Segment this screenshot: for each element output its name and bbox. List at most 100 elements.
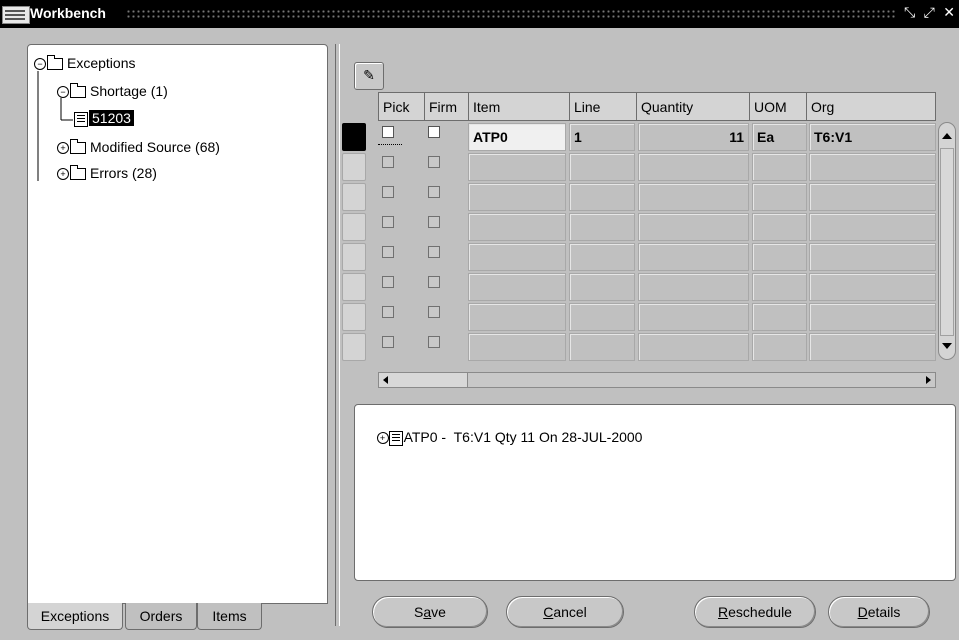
firm-checkbox[interactable] [428, 246, 440, 258]
column-header-uom[interactable]: UOM [749, 92, 807, 121]
uom-cell[interactable] [752, 213, 807, 241]
org-cell[interactable] [809, 153, 936, 181]
pick-checkbox[interactable] [382, 186, 394, 198]
item-cell[interactable] [468, 153, 566, 181]
grid-vertical-scrollbar[interactable] [938, 122, 956, 360]
uom-cell[interactable] [752, 183, 807, 211]
tree-node-51203[interactable]: 51203 [74, 110, 134, 127]
scroll-left-icon[interactable] [383, 376, 388, 384]
firm-checkbox[interactable] [428, 336, 440, 348]
detail-node[interactable]: + ATP0 - T6:V1 Qty 11 On 28-JUL-2000 [361, 413, 642, 462]
pick-checkbox[interactable] [382, 276, 394, 288]
item-cell[interactable]: ATP0 [468, 123, 566, 151]
item-cell[interactable] [468, 333, 566, 361]
line-cell[interactable] [569, 213, 635, 241]
firm-checkbox[interactable] [428, 186, 440, 198]
tab-exceptions[interactable]: Exceptions [27, 603, 123, 630]
item-cell[interactable] [468, 243, 566, 271]
column-header-line[interactable]: Line [569, 92, 637, 121]
uom-cell[interactable] [752, 243, 807, 271]
firm-checkbox[interactable] [428, 126, 440, 138]
tree-node-errors[interactable]: + Errors (28) [57, 165, 157, 181]
firm-checkbox[interactable] [428, 216, 440, 228]
row-indicator[interactable] [342, 243, 366, 271]
quantity-cell[interactable] [638, 183, 749, 211]
details-button[interactable]: Details [828, 596, 930, 628]
expand-icon[interactable]: + [57, 142, 69, 155]
line-cell[interactable] [569, 333, 635, 361]
line-cell[interactable] [569, 273, 635, 301]
firm-checkbox[interactable] [428, 306, 440, 318]
pick-checkbox[interactable] [382, 126, 394, 138]
grid-horizontal-scrollbar[interactable] [378, 372, 936, 388]
column-header-firm[interactable]: Firm [424, 92, 469, 121]
row-indicator-current[interactable] [342, 123, 366, 151]
column-header-pick[interactable]: Pick [378, 92, 425, 121]
item-cell[interactable] [468, 213, 566, 241]
quantity-cell[interactable] [638, 303, 749, 331]
item-cell[interactable] [468, 183, 566, 211]
column-header-item[interactable]: Item [468, 92, 570, 121]
scroll-up-icon[interactable] [942, 133, 952, 139]
firm-checkbox[interactable] [428, 276, 440, 288]
quantity-cell[interactable] [638, 243, 749, 271]
row-indicator[interactable] [342, 273, 366, 301]
row-indicator[interactable] [342, 213, 366, 241]
quantity-cell[interactable] [638, 153, 749, 181]
tab-orders[interactable]: Orders [125, 603, 197, 630]
uom-cell[interactable] [752, 303, 807, 331]
open-folder-button[interactable]: ✎ [354, 62, 384, 90]
quantity-cell[interactable] [638, 213, 749, 241]
quantity-cell[interactable]: 11 [638, 123, 749, 151]
expand-icon[interactable]: + [376, 432, 389, 445]
row-indicator[interactable] [342, 303, 366, 331]
collapse-icon[interactable]: − [34, 58, 46, 71]
line-cell[interactable] [569, 153, 635, 181]
pick-checkbox[interactable] [382, 336, 394, 348]
org-cell[interactable] [809, 273, 936, 301]
pick-checkbox[interactable] [382, 306, 394, 318]
reschedule-button[interactable]: Reschedule [694, 596, 816, 628]
item-cell[interactable] [468, 273, 566, 301]
org-cell[interactable] [809, 243, 936, 271]
uom-cell[interactable] [752, 333, 807, 361]
line-cell[interactable] [569, 183, 635, 211]
scroll-right-icon[interactable] [926, 376, 931, 384]
row-indicator[interactable] [342, 183, 366, 211]
org-cell[interactable] [809, 303, 936, 331]
scroll-thumb[interactable] [379, 373, 468, 387]
org-cell[interactable] [809, 183, 936, 211]
panel-splitter[interactable] [335, 44, 340, 626]
quantity-cell[interactable] [638, 333, 749, 361]
column-header-quantity[interactable]: Quantity [636, 92, 750, 121]
pick-checkbox[interactable] [382, 216, 394, 228]
scroll-down-icon[interactable] [942, 343, 952, 349]
window-controls[interactable]: ⤡ ⤢ ✕ [904, 5, 957, 21]
expand-icon[interactable]: + [57, 168, 69, 181]
row-indicator[interactable] [342, 153, 366, 181]
firm-checkbox[interactable] [428, 156, 440, 168]
line-cell[interactable]: 1 [569, 123, 635, 151]
save-button[interactable]: Save [372, 596, 488, 628]
pick-checkbox[interactable] [382, 156, 394, 168]
line-cell[interactable] [569, 243, 635, 271]
column-header-org[interactable]: Org [806, 92, 936, 121]
uom-cell[interactable]: Ea [752, 123, 807, 151]
line-cell[interactable] [569, 303, 635, 331]
pick-checkbox[interactable] [382, 246, 394, 258]
uom-cell[interactable] [752, 153, 807, 181]
org-cell[interactable]: T6:V1 [809, 123, 936, 151]
tree-node-exceptions[interactable]: − Exceptions [34, 55, 135, 71]
collapse-icon[interactable]: − [57, 86, 69, 99]
uom-cell[interactable] [752, 273, 807, 301]
org-cell[interactable] [809, 333, 936, 361]
tree-node-modified-source[interactable]: + Modified Source (68) [57, 139, 220, 155]
scroll-thumb[interactable] [940, 148, 954, 336]
quantity-cell[interactable] [638, 273, 749, 301]
row-indicator[interactable] [342, 333, 366, 361]
item-cell[interactable] [468, 303, 566, 331]
cancel-button[interactable]: Cancel [506, 596, 624, 628]
tab-items[interactable]: Items [197, 603, 262, 630]
tree-node-shortage[interactable]: − Shortage (1) [57, 83, 168, 99]
org-cell[interactable] [809, 213, 936, 241]
